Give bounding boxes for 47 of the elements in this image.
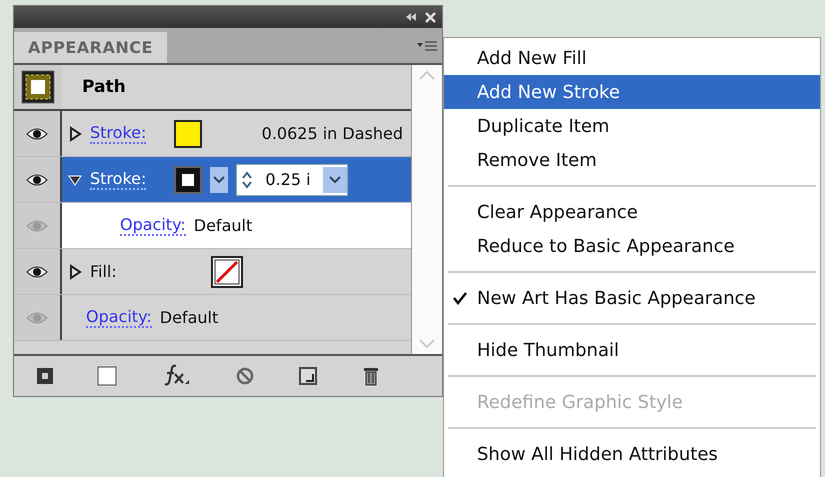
eye-icon[interactable] <box>26 126 48 140</box>
opacity-label[interactable]: Opacity: <box>86 307 152 328</box>
panel-menu-icon[interactable] <box>416 40 438 52</box>
eye-icon[interactable] <box>26 264 48 278</box>
menu-item[interactable]: Clear Appearance <box>444 195 820 229</box>
stroke-label[interactable]: Stroke: <box>90 123 146 144</box>
trash-icon[interactable] <box>362 365 380 387</box>
stroke-swatch[interactable] <box>174 166 202 194</box>
stroke-row[interactable]: Stroke: 0.0625 in Dashed <box>62 111 411 156</box>
menu-item[interactable]: Add New Fill <box>444 41 820 75</box>
color-swatch[interactable] <box>174 120 202 148</box>
stroke-value: 0.0625 in Dashed <box>262 124 403 143</box>
menu-item[interactable]: Hide Thumbnail <box>444 333 820 367</box>
collapse-icon[interactable] <box>405 12 417 22</box>
eye-icon[interactable] <box>26 172 48 186</box>
prohibited-icon[interactable] <box>234 366 255 386</box>
dropdown-button[interactable] <box>210 166 228 192</box>
opacity-row[interactable]: Opacity: Default <box>62 295 411 340</box>
panel-tab[interactable]: APPEARANCE <box>14 32 167 63</box>
object-name: Path <box>81 77 126 97</box>
menu-item[interactable]: Duplicate Item <box>444 109 820 143</box>
menu-item[interactable]: Reduce to Basic Appearance <box>444 229 820 263</box>
menu-item[interactable]: Show All Hidden Attributes <box>444 437 820 471</box>
fill-label: Fill: <box>90 262 117 281</box>
chevron-down-icon <box>328 176 341 184</box>
opacity-label[interactable]: Opacity: <box>120 215 186 236</box>
stroke-row[interactable]: Stroke: 0.25 i <box>62 157 411 202</box>
opacity-value: Default <box>194 216 252 235</box>
stroke-weight-field[interactable]: 0.25 i <box>236 164 348 196</box>
path-thumbnail-icon <box>21 70 55 104</box>
menu-item[interactable]: Add New Stroke <box>444 75 820 109</box>
menu-item[interactable]: Remove Item <box>444 143 820 177</box>
dropdown-button[interactable] <box>322 166 347 192</box>
expand-triangle-icon[interactable] <box>68 126 82 142</box>
stroke-label[interactable]: Stroke: <box>90 169 146 190</box>
close-icon[interactable] <box>425 12 436 22</box>
no-fill-swatch[interactable] <box>210 256 243 288</box>
opacity-row[interactable]: Opacity: Default <box>62 203 411 248</box>
new-item-icon[interactable] <box>298 366 318 386</box>
stroke-square-icon[interactable] <box>36 367 54 385</box>
menu-item[interactable]: New Art Has Basic Appearance <box>444 281 820 315</box>
opacity-value: Default <box>160 308 218 327</box>
square-icon[interactable] <box>97 366 118 386</box>
fill-row[interactable]: Fill: <box>62 249 411 294</box>
spinner-icon[interactable] <box>241 170 254 188</box>
chevron-down-icon <box>213 176 226 184</box>
expand-triangle-icon[interactable] <box>68 264 82 280</box>
